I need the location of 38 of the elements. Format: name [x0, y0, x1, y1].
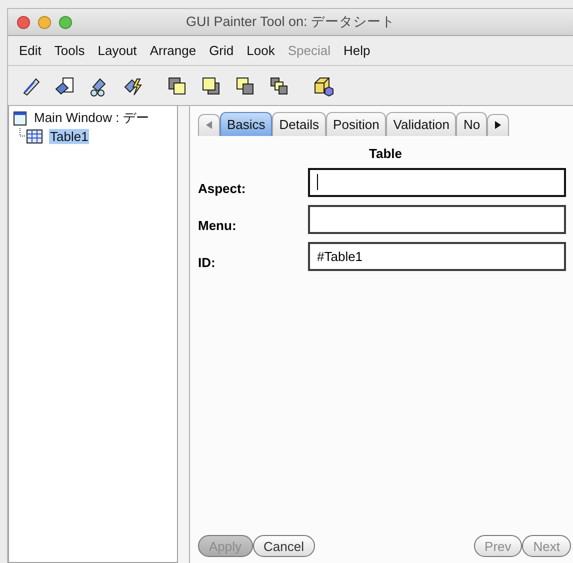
menu-item[interactable]: Help: [337, 43, 378, 58]
menu-item[interactable]: Layout: [92, 43, 144, 58]
tab[interactable]: Basics: [220, 112, 272, 136]
field-label: Menu:: [198, 218, 238, 234]
text-field[interactable]: [308, 168, 566, 197]
cube-icon[interactable]: [312, 74, 334, 96]
menu-item[interactable]: Tools: [48, 43, 92, 58]
menu-item[interactable]: Look: [240, 43, 282, 58]
bring-front-icon[interactable]: [166, 74, 188, 96]
menu-item[interactable]: Arrange: [144, 43, 204, 58]
text-field[interactable]: [308, 205, 566, 234]
section-title: Table: [369, 146, 402, 161]
menu-item[interactable]: Grid: [203, 43, 241, 58]
send-backward-icon[interactable]: [268, 74, 290, 96]
menu-item[interactable]: Edit: [13, 43, 48, 58]
tab[interactable]: Position: [326, 112, 386, 136]
tab[interactable]: Validation: [386, 112, 456, 136]
left-arrow-icon: [206, 120, 212, 128]
zoom-button[interactable]: [59, 16, 72, 28]
field-label: Aspect:: [198, 181, 247, 197]
right-arrow-icon: [495, 120, 502, 128]
push-button[interactable]: Cancel: [252, 535, 315, 557]
scroll-right-button[interactable]: [487, 114, 510, 136]
bring-forward-icon[interactable]: [234, 74, 256, 96]
close-button[interactable]: [17, 16, 30, 28]
window-icon: [13, 110, 27, 126]
text-field[interactable]: #Table1: [308, 242, 566, 271]
minimize-button[interactable]: [38, 16, 51, 28]
field-label: ID:: [198, 255, 216, 271]
tree-item[interactable]: Table1: [49, 128, 90, 144]
tab[interactable]: No: [456, 112, 488, 136]
tab[interactable]: Details: [272, 112, 326, 136]
paste-icon[interactable]: [54, 74, 76, 96]
window-title: GUI Painter Tool on: データシート: [184, 13, 396, 31]
tree-item[interactable]: Main Window : デー: [33, 109, 150, 127]
scroll-left-button[interactable]: [198, 114, 220, 136]
table-icon: [19, 128, 43, 144]
send-back-icon[interactable]: [200, 74, 222, 96]
